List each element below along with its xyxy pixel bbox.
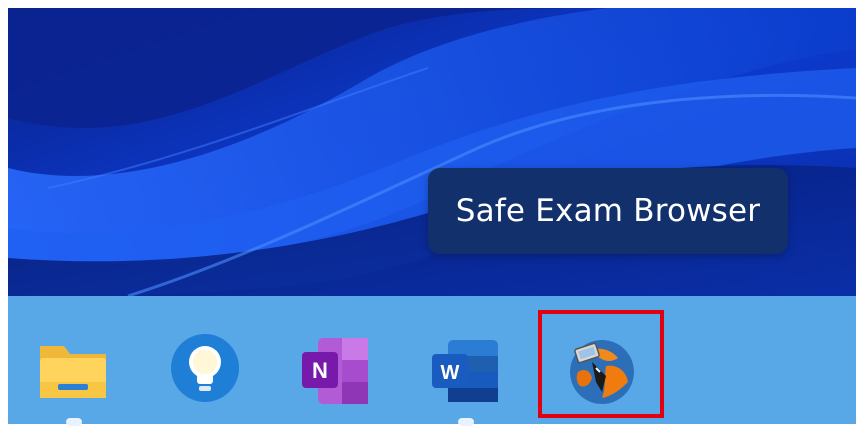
taskbar-app-safe-exam-browser[interactable] [562, 332, 640, 410]
word-icon: W [426, 332, 504, 410]
app-tooltip: Safe Exam Browser [428, 168, 788, 254]
taskbar-app-file-explorer[interactable] [34, 332, 112, 410]
taskbar-app-tips[interactable] [166, 332, 244, 410]
taskbar-app-onenote[interactable]: N [296, 332, 374, 410]
running-indicator-file-explorer [66, 418, 82, 426]
onenote-icon: N [296, 332, 374, 410]
taskbar-app-word[interactable]: W [426, 332, 504, 410]
onenote-letter: N [312, 358, 328, 383]
lightbulb-icon [166, 332, 244, 410]
screenshot-frame: Safe Exam Browser N W [0, 0, 864, 433]
folder-icon [34, 332, 112, 410]
safe-exam-browser-icon [562, 332, 640, 410]
running-indicator-word [458, 418, 474, 426]
taskbar: N W [8, 296, 856, 426]
tooltip-label: Safe Exam Browser [455, 193, 761, 229]
word-letter: W [441, 362, 460, 384]
